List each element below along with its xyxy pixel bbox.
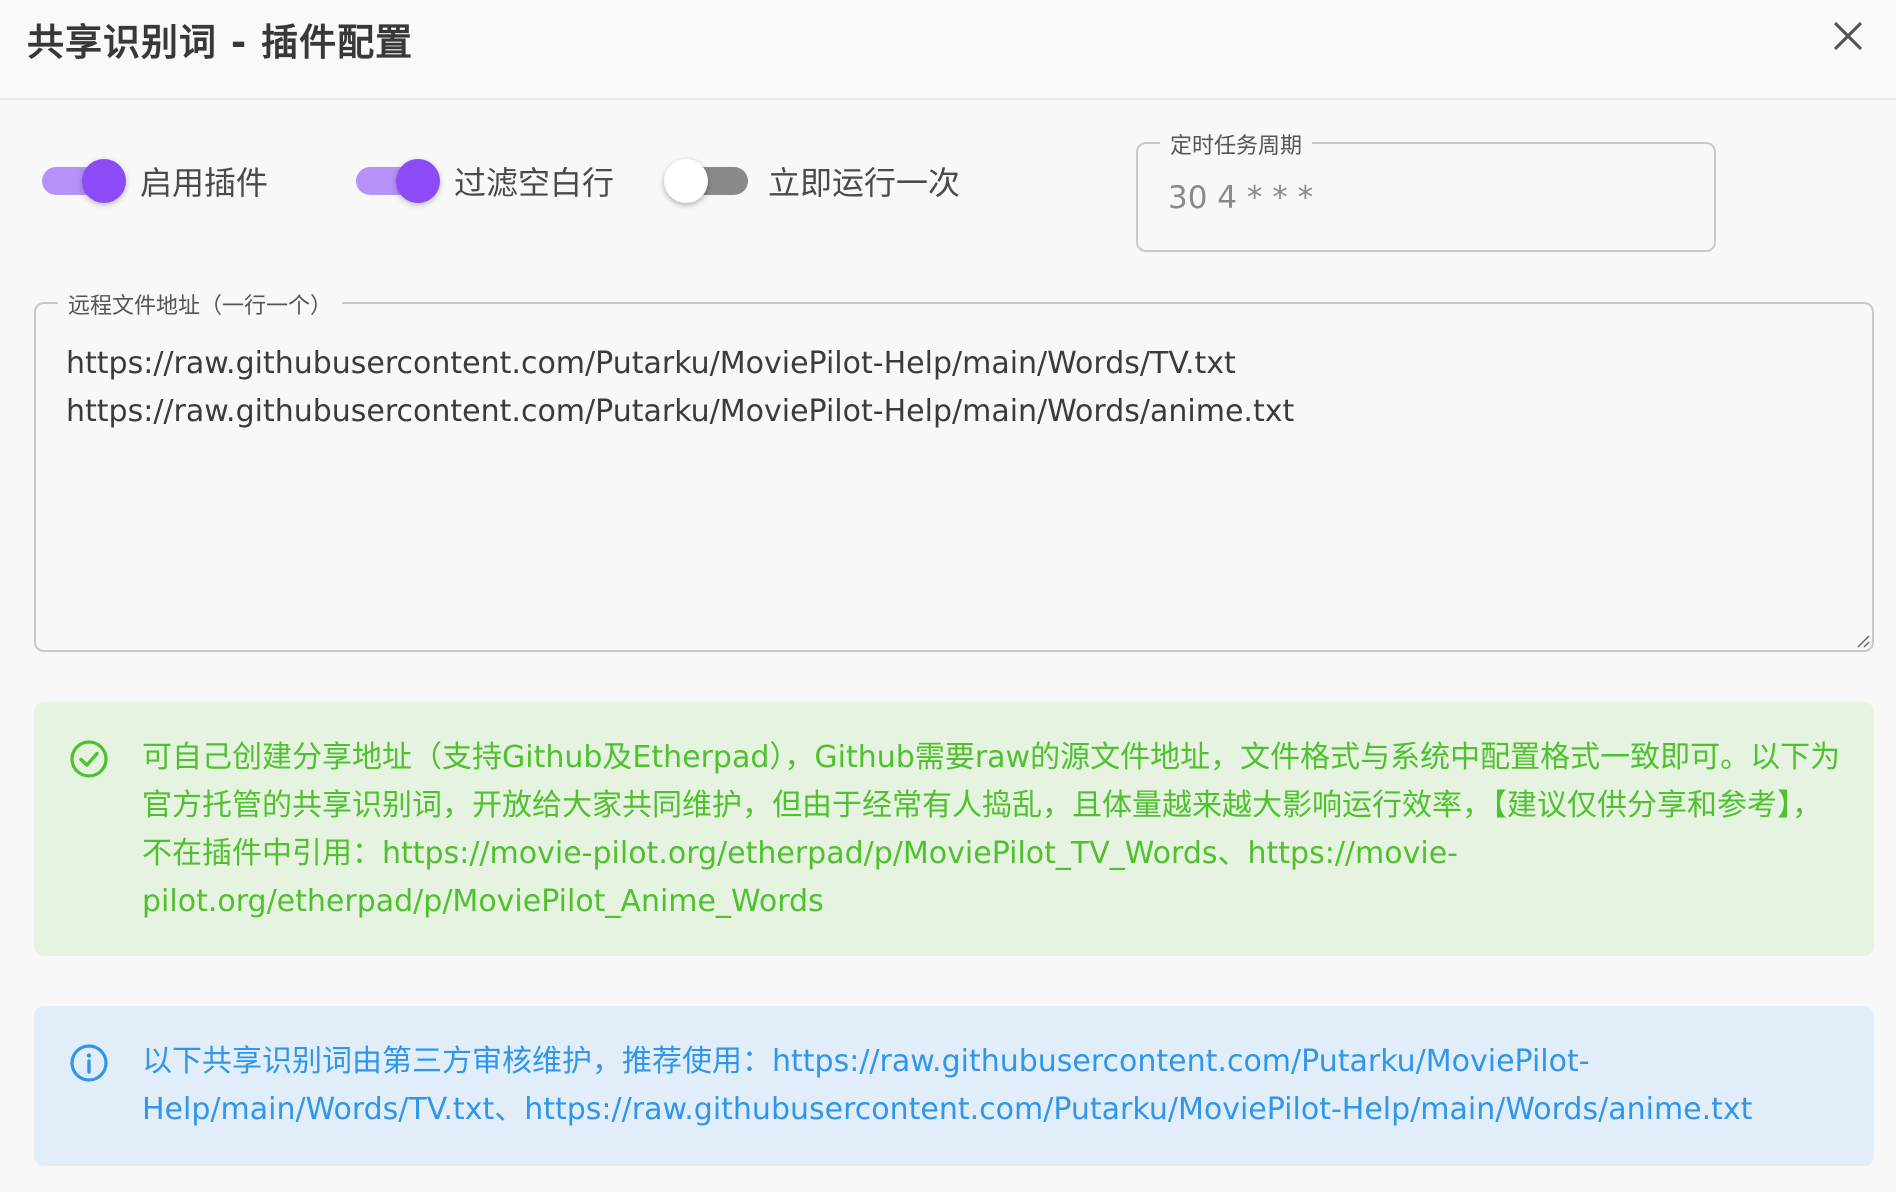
cron-label: 定时任务周期: [1160, 128, 1313, 160]
dialog-header: 共享识别词 - 插件配置: [0, 0, 1896, 100]
switch-knob[interactable]: [82, 159, 126, 203]
cron-field[interactable]: 定时任务周期 30 4 * * *: [1136, 128, 1716, 252]
close-icon: [1834, 22, 1862, 50]
cron-input[interactable]: 30 4 * * *: [1168, 180, 1313, 216]
plugin-config-dialog: 共享识别词 - 插件配置 启用插件 过滤空白行 立即运行一次 定时任务周期 30…: [0, 0, 1896, 1192]
success-alert: 可自己创建分享地址（支持Github及Etherpad），Github需要raw…: [34, 702, 1874, 956]
info-alert-text: 以下共享识别词由第三方审核维护，推荐使用：https://raw.githubu…: [142, 1044, 1753, 1127]
remote-urls-textarea[interactable]: 远程文件地址（一行一个） https://raw.githubuserconte…: [34, 288, 1874, 652]
switch-track[interactable]: [356, 159, 440, 203]
url-line[interactable]: https://raw.githubusercontent.com/Putark…: [66, 340, 1294, 388]
resize-handle-icon[interactable]: [1854, 632, 1870, 648]
success-alert-text: 可自己创建分享地址（支持Github及Etherpad），Github需要raw…: [142, 740, 1841, 919]
info-circle-icon: [70, 1044, 108, 1082]
switch-track[interactable]: [42, 159, 126, 203]
info-alert: 以下共享识别词由第三方审核维护，推荐使用：https://raw.githubu…: [34, 1006, 1874, 1166]
switch-knob[interactable]: [396, 159, 440, 203]
remote-urls-content[interactable]: https://raw.githubusercontent.com/Putark…: [66, 340, 1294, 436]
run-once-label: 立即运行一次: [768, 164, 961, 202]
dialog-title: 共享识别词 - 插件配置: [27, 21, 414, 64]
filter-blank-lines-label: 过滤空白行: [454, 164, 615, 202]
switch-knob[interactable]: [664, 159, 708, 203]
close-button[interactable]: [1826, 14, 1870, 58]
enable-plugin-label: 启用插件: [140, 164, 269, 202]
filter-blank-lines-switch[interactable]: 过滤空白行: [356, 158, 614, 204]
remote-urls-label: 远程文件地址（一行一个）: [58, 288, 343, 320]
url-line[interactable]: https://raw.githubusercontent.com/Putark…: [66, 388, 1294, 436]
enable-plugin-switch[interactable]: 启用插件: [42, 158, 268, 204]
switch-track[interactable]: [664, 159, 748, 203]
check-circle-icon: [70, 740, 108, 778]
run-once-switch[interactable]: 立即运行一次: [664, 158, 961, 204]
